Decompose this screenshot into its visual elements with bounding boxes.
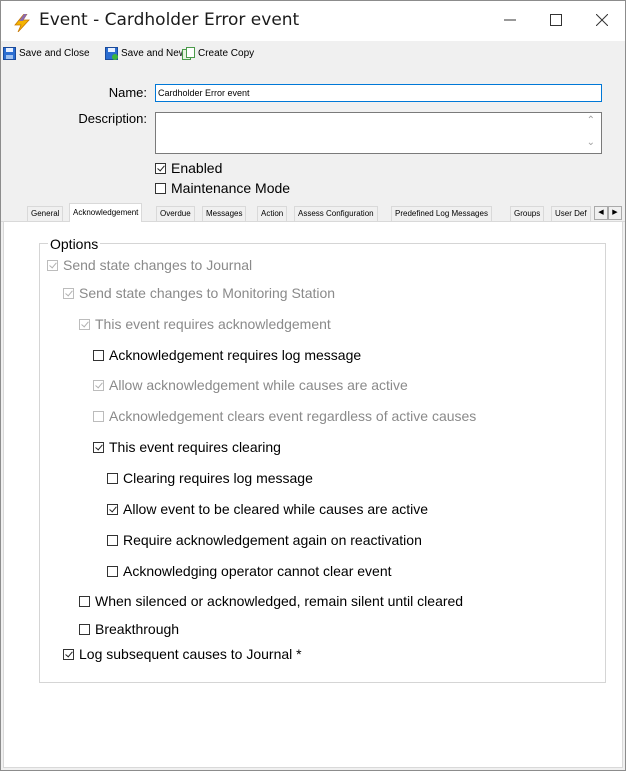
checkbox-icon [79,595,90,607]
window-title: Event - Cardholder Error event [39,10,300,30]
maximize-button[interactable] [533,1,579,41]
checkbox-icon [93,441,104,453]
minimize-icon [504,19,516,21]
option-remain-silent[interactable]: When silenced or acknowledged, remain si… [79,593,463,609]
close-button[interactable] [579,1,625,41]
checkbox-icon [107,534,118,546]
option-label: Send state changes to Journal [63,257,253,273]
toolbar: Save and Close Save and New Create Copy [1,41,625,65]
tab-user-defined[interactable]: User Def [551,206,591,221]
option-breakthrough[interactable]: Breakthrough [79,621,179,637]
create-copy-label: Create Copy [198,47,255,59]
option-clearing-requires-log[interactable]: Clearing requires log message [107,470,313,486]
tab-scroll-left-icon[interactable]: ◀ [594,206,608,220]
option-label: Breakthrough [95,621,180,637]
option-label: This event requires acknowledgement [95,316,331,332]
description-input[interactable]: ⌃ ⌄ [155,112,602,154]
option-require-ack-reactivation[interactable]: Require acknowledgement again on reactiv… [107,532,422,548]
checkbox-icon [79,623,90,635]
option-label: Log subsequent causes to Journal * [79,646,302,662]
create-copy-button[interactable]: Create Copy [182,45,254,61]
tab-assess-configuration[interactable]: Assess Configuration [294,206,378,221]
save-icon [3,46,16,60]
checkbox-icon [79,318,90,330]
save-and-close-button[interactable]: Save and Close [3,45,90,61]
tab-acknowledgement[interactable]: Acknowledgement [69,203,143,222]
options-group [39,243,606,683]
option-label: Allow acknowledgement while causes are a… [109,377,408,393]
save-and-close-label: Save and Close [19,47,90,59]
tab-strip: General Acknowledgement Overdue Messages… [1,203,625,222]
option-label: When silenced or acknowledged, remain si… [95,593,464,609]
checkbox-icon [63,648,74,660]
maintenance-mode-label: Maintenance Mode [171,180,291,196]
option-label: Acknowledging operator cannot clear even… [123,563,392,579]
scroll-down-icon[interactable]: ⌄ [587,137,595,148]
tab-messages[interactable]: Messages [202,206,247,221]
option-ack-requires-log[interactable]: Acknowledgement requires log message [93,347,361,363]
option-ack-clears-event[interactable]: Acknowledgement clears event regardless … [93,408,476,424]
options-group-title: Options [48,236,101,252]
save-new-icon [105,46,118,60]
option-ack-operator-cannot-clear[interactable]: Acknowledging operator cannot clear even… [107,563,392,579]
save-and-new-button[interactable]: Save and New [105,45,186,61]
description-label: Description: [78,111,147,126]
maximize-icon [550,14,562,26]
option-send-state-journal[interactable]: Send state changes to Journal [47,257,252,273]
checkbox-icon [107,472,118,484]
option-requires-clearing[interactable]: This event requires clearing [93,439,281,455]
tab-action[interactable]: Action [257,206,288,221]
option-label: Acknowledgement requires log message [109,347,362,363]
option-label: Allow event to be cleared while causes a… [123,501,429,517]
enabled-label: Enabled [171,160,223,176]
enabled-checkbox[interactable]: Enabled [155,160,222,176]
checkbox-icon [155,162,166,174]
option-requires-acknowledgement[interactable]: This event requires acknowledgement [79,316,331,332]
checkbox-icon [93,379,104,391]
name-input[interactable]: Cardholder Error event [155,84,602,102]
name-label: Name: [108,85,147,100]
tab-scroll-right-icon[interactable]: ▶ [608,206,622,220]
tab-overdue[interactable]: Overdue [156,206,195,221]
maintenance-mode-checkbox[interactable]: Maintenance Mode [155,180,290,196]
event-window: Event - Cardholder Error event Save and … [0,0,626,771]
minimize-button[interactable] [487,1,533,41]
option-send-state-monitoring[interactable]: Send state changes to Monitoring Station [63,285,335,301]
option-label: Acknowledgement clears event regardless … [109,408,477,424]
tab-general[interactable]: General [27,206,64,221]
option-label: This event requires clearing [109,439,281,455]
checkbox-icon [107,565,118,577]
close-icon [595,13,609,27]
option-label: Clearing requires log message [123,470,313,486]
option-allow-clear-active[interactable]: Allow event to be cleared while causes a… [107,501,428,517]
tab-predefined-log-messages[interactable]: Predefined Log Messages [391,206,492,221]
option-log-subsequent-causes[interactable]: Log subsequent causes to Journal * [63,646,302,662]
lightning-bolt-icon [13,13,31,33]
checkbox-icon [93,349,104,361]
checkbox-icon [107,503,118,515]
title-bar: Event - Cardholder Error event [1,1,625,41]
copy-icon [182,46,195,60]
checkbox-icon [63,287,74,299]
scroll-up-icon[interactable]: ⌃ [587,115,595,126]
option-label: Send state changes to Monitoring Station [79,285,336,301]
option-allow-ack-active[interactable]: Allow acknowledgement while causes are a… [93,377,408,393]
checkbox-icon [93,410,104,422]
option-label: Require acknowledgement again on reactiv… [123,532,422,548]
save-and-new-label: Save and New [121,47,187,59]
checkbox-icon [47,259,58,271]
tab-groups[interactable]: Groups [510,206,545,221]
checkbox-icon [155,182,166,194]
